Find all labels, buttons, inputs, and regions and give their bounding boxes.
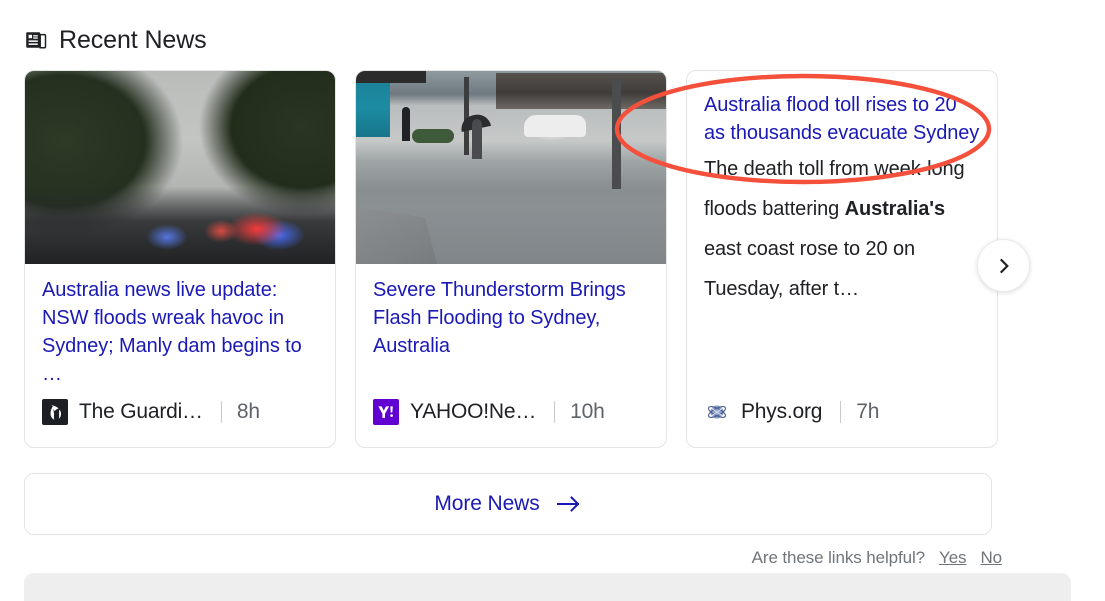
news-card-body: Australia flood toll rises to 20 as thou… xyxy=(687,71,997,447)
carousel-next-button[interactable] xyxy=(977,239,1030,292)
news-source-name: The Guardi… xyxy=(79,400,203,423)
news-card[interactable]: Australia news live update: NSW floods w… xyxy=(24,70,336,448)
bottom-panel xyxy=(24,573,1071,601)
news-headline-link[interactable]: Australia flood toll rises to 20 as thou… xyxy=(704,91,980,147)
footer-divider xyxy=(554,401,556,423)
news-source-name: YAHOO!Ne… xyxy=(410,400,537,423)
news-thumbnail[interactable] xyxy=(356,71,666,264)
feedback-yes-link[interactable]: Yes xyxy=(939,548,967,568)
more-news-label: More News xyxy=(434,492,540,515)
page-title: Recent News xyxy=(59,25,207,54)
news-thumbnail[interactable] xyxy=(25,71,335,264)
news-headline-link[interactable]: Australia news live update: NSW floods w… xyxy=(42,276,318,388)
phys-org-logo xyxy=(704,399,730,425)
newspaper-icon xyxy=(24,28,48,52)
footer-divider xyxy=(220,401,222,423)
news-timestamp: 10h xyxy=(570,400,605,423)
news-card[interactable]: Severe Thunderstorm Brings Flash Floodin… xyxy=(355,70,667,448)
the-guardian-logo xyxy=(42,399,68,425)
feedback-question: Are these links helpful? xyxy=(751,548,926,567)
feedback-row: Are these links helpful? Yes No xyxy=(752,548,1002,568)
news-timestamp: 8h xyxy=(236,400,260,423)
yahoo-news-logo xyxy=(373,399,399,425)
section-header: Recent News xyxy=(24,22,207,58)
news-card[interactable]: Australia flood toll rises to 20 as thou… xyxy=(686,70,998,448)
snippet-after: east coast rose to 20 on Tuesday, after … xyxy=(704,238,916,300)
news-snippet: The death toll from week-long floods bat… xyxy=(704,149,980,309)
news-card-footer: The Guardi… 8h xyxy=(42,399,318,425)
feedback-no-link[interactable]: No xyxy=(980,548,1002,568)
news-card-footer: Phys.org 7h xyxy=(704,399,980,425)
footer-divider xyxy=(840,401,842,423)
more-news-button[interactable]: More News xyxy=(24,473,992,535)
news-card-footer: YAHOO!Ne… 10h xyxy=(373,399,649,425)
chevron-right-icon xyxy=(994,256,1014,276)
snippet-bold: Australia's xyxy=(844,198,945,220)
news-carousel: Australia news live update: NSW floods w… xyxy=(24,70,1002,448)
news-timestamp: 7h xyxy=(856,400,880,423)
news-source-name: Phys.org xyxy=(741,400,823,423)
arrow-right-icon xyxy=(556,494,582,514)
news-headline-link[interactable]: Severe Thunderstorm Brings Flash Floodin… xyxy=(373,276,649,360)
